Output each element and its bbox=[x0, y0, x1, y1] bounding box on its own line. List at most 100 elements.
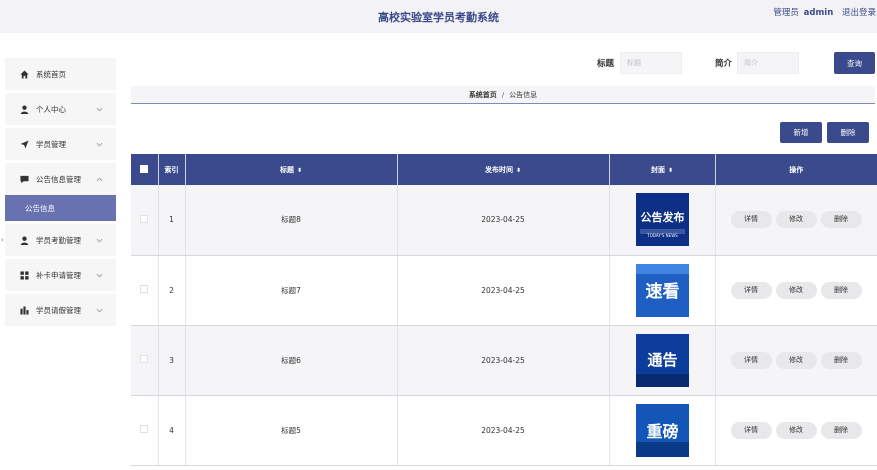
sidebar-item-label: 学员请假管理 bbox=[36, 305, 81, 315]
row-publish-time: 2023-04-25 bbox=[397, 185, 610, 256]
app-title: 高校实验室学员考勤系统 bbox=[378, 11, 499, 24]
row-checkbox[interactable] bbox=[140, 425, 149, 433]
sidebar: 系统首页 个人中心 学员管理 公告信息管理 公告信息 学员考勤管理 补卡申请管理… bbox=[5, 58, 116, 329]
column-header-label: 标题 bbox=[279, 165, 294, 174]
delete-button[interactable]: 删除 bbox=[820, 281, 862, 299]
chevron-up-icon bbox=[95, 175, 104, 184]
cover-text: 重磅 bbox=[646, 422, 678, 441]
detail-button[interactable]: 详情 bbox=[730, 351, 772, 369]
row-index: 3 bbox=[158, 325, 186, 396]
user-icon bbox=[19, 104, 29, 114]
cover-image: 速看 bbox=[635, 263, 689, 317]
title-search-label: 标题 bbox=[597, 59, 615, 69]
detail-button[interactable]: 详情 bbox=[730, 421, 772, 439]
sidebar-item-student-management[interactable]: 学员管理 bbox=[5, 128, 116, 160]
row-checkbox[interactable] bbox=[140, 285, 149, 293]
column-header-label: 封面 bbox=[650, 165, 665, 174]
search-bar: 标题 简介 查询 bbox=[580, 52, 875, 74]
table-row: 1 标题8 2023-04-25 公告发布 TODAY'S NEWS 详情 修改删… bbox=[131, 185, 877, 256]
batch-delete-button[interactable]: 删除 bbox=[827, 122, 869, 143]
sort-icon[interactable]: ⬍ bbox=[297, 167, 302, 174]
breadcrumb-current: 公告信息 bbox=[509, 91, 538, 99]
row-index: 1 bbox=[158, 185, 186, 256]
breadcrumb: 系统首页 / 公告信息 bbox=[131, 86, 875, 104]
column-header-cover[interactable]: 封面 ⬍ bbox=[609, 154, 716, 185]
row-publish-time: 2023-04-25 bbox=[397, 325, 610, 396]
table-header-row: 索引 标题 ⬍ 发布时间 ⬍ 封面 ⬍ 操作 bbox=[131, 154, 877, 185]
row-publish-time: 2023-04-25 bbox=[397, 255, 610, 326]
column-header-index: 索引 bbox=[158, 154, 186, 185]
edit-button[interactable]: 修改 bbox=[775, 351, 817, 369]
row-checkbox[interactable] bbox=[140, 214, 149, 223]
edit-button[interactable]: 修改 bbox=[775, 211, 817, 229]
breadcrumb-home[interactable]: 系统首页 bbox=[469, 91, 497, 99]
sidebar-item-attendance-management[interactable]: 学员考勤管理 bbox=[5, 224, 116, 256]
top-bar: 高校实验室学员考勤系统 管理员 admin 退出登录 bbox=[0, 0, 877, 33]
sidebar-subitem-announcements[interactable]: 公告信息 bbox=[5, 195, 116, 221]
edit-button[interactable]: 修改 bbox=[775, 421, 817, 439]
user-role: 管理员 bbox=[773, 8, 799, 18]
chevron-down-icon bbox=[95, 271, 104, 280]
chevron-down-icon bbox=[95, 105, 104, 114]
sidebar-item-makeup-punch-management[interactable]: 补卡申请管理 bbox=[5, 259, 116, 291]
column-header-label: 发布时间 bbox=[484, 165, 513, 174]
detail-button[interactable]: 详情 bbox=[730, 281, 772, 299]
column-header-label: 索引 bbox=[164, 165, 179, 174]
header-select-all[interactable] bbox=[131, 154, 159, 185]
delete-button[interactable]: 删除 bbox=[820, 351, 862, 369]
row-checkbox[interactable] bbox=[140, 355, 149, 363]
sidebar-item-leave-management[interactable]: 学员请假管理 bbox=[5, 294, 116, 326]
sidebar-item-label: 公告信息管理 bbox=[36, 174, 81, 184]
table-row: 3 标题6 2023-04-25 通告 详情 修改 删除 bbox=[131, 325, 877, 396]
chevron-down-icon bbox=[95, 140, 104, 149]
cover-text: 通告 bbox=[647, 351, 677, 369]
chart-icon bbox=[19, 305, 29, 315]
sidebar-item-label: 个人中心 bbox=[36, 104, 66, 114]
username: admin bbox=[803, 8, 834, 18]
chevron-down-icon bbox=[95, 306, 104, 315]
sidebar-toggle-handle[interactable]: › bbox=[1, 236, 4, 244]
chevron-down-icon bbox=[95, 236, 104, 245]
column-header-title[interactable]: 标题 ⬍ bbox=[185, 154, 398, 185]
row-publish-time: 2023-04-25 bbox=[397, 395, 610, 466]
select-all-checkbox[interactable] bbox=[140, 164, 149, 173]
column-header-actions: 操作 bbox=[715, 154, 877, 185]
grid-icon bbox=[19, 270, 29, 280]
sidebar-item-announcement-management[interactable]: 公告信息管理 bbox=[5, 163, 116, 195]
row-title: 标题8 bbox=[185, 185, 398, 256]
title-search-input[interactable] bbox=[620, 52, 682, 74]
announcement-table: 索引 标题 ⬍ 发布时间 ⬍ 封面 ⬍ 操作 1 标题8 2023-04-25 公告发… bbox=[131, 154, 877, 470]
cover-image: 重磅 bbox=[635, 403, 689, 457]
table-row: 4 标题5 2023-04-25 重磅 详情 修改 删除 bbox=[131, 395, 877, 466]
intro-search-input[interactable] bbox=[737, 52, 799, 74]
delete-button[interactable]: 删除 bbox=[820, 211, 862, 229]
home-icon bbox=[19, 69, 29, 79]
detail-button[interactable]: 详情 bbox=[730, 211, 772, 229]
sidebar-item-personal-center[interactable]: 个人中心 bbox=[5, 93, 116, 125]
sidebar-item-label: 系统首页 bbox=[36, 69, 66, 79]
row-index: 2 bbox=[158, 255, 186, 326]
breadcrumb-separator: / bbox=[501, 91, 505, 99]
sort-icon[interactable]: ⬍ bbox=[668, 167, 673, 174]
delete-button[interactable]: 删除 bbox=[820, 421, 862, 439]
user-icon bbox=[19, 235, 29, 245]
sidebar-item-home[interactable]: 系统首页 bbox=[5, 58, 116, 90]
row-index: 4 bbox=[158, 395, 186, 466]
edit-button[interactable]: 修改 bbox=[775, 281, 817, 299]
sidebar-item-label: 学员管理 bbox=[36, 139, 66, 149]
cover-text: 公告发布 bbox=[640, 210, 684, 224]
add-button[interactable]: 新增 bbox=[780, 122, 822, 143]
message-icon bbox=[19, 174, 29, 184]
cover-image: 通告 bbox=[635, 333, 689, 387]
table-row: 2 标题7 2023-04-25 速看 详情 修改 删除 bbox=[131, 255, 877, 326]
intro-search-label: 简介 bbox=[715, 59, 733, 69]
cover-text: 速看 bbox=[645, 281, 679, 302]
sidebar-item-label: 学员考勤管理 bbox=[36, 235, 81, 245]
logout-link[interactable]: 退出登录 bbox=[842, 8, 876, 18]
sidebar-item-label: 补卡申请管理 bbox=[36, 270, 81, 280]
query-button[interactable]: 查询 bbox=[834, 52, 875, 74]
column-header-publish-time[interactable]: 发布时间 ⬍ bbox=[397, 154, 610, 185]
sort-icon[interactable]: ⬍ bbox=[516, 167, 521, 174]
cover-subtext: TODAY'S NEWS bbox=[646, 233, 678, 238]
row-title: 标题7 bbox=[185, 255, 398, 326]
